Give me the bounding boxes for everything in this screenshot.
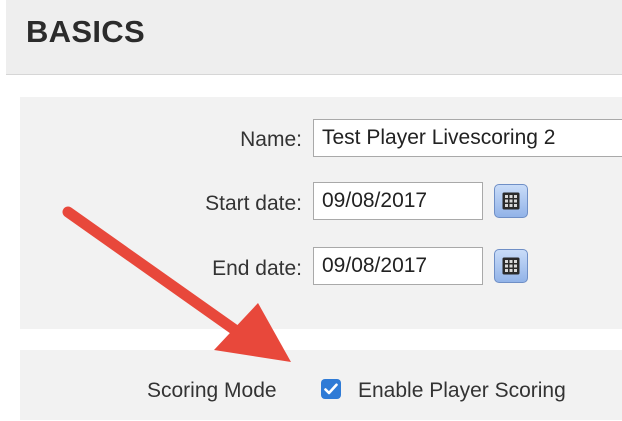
section-header: BASICS [6,0,622,75]
start-date-input[interactable] [313,182,483,220]
name-input[interactable] [313,119,622,157]
start-date-label: Start date: [205,192,302,215]
end-date-input[interactable] [313,247,483,285]
enable-player-scoring-label: Enable Player Scoring [358,379,566,402]
section-title: BASICS [26,14,145,49]
start-date-calendar-button[interactable] [494,184,528,218]
scoring-mode-label: Scoring Mode [147,379,277,402]
calendar-icon [502,257,520,275]
enable-player-scoring-checkbox[interactable] [321,379,341,399]
basics-form-panel: Name: Start date: End date: [20,97,622,329]
calendar-icon [502,192,520,210]
end-date-calendar-button[interactable] [494,249,528,283]
name-label: Name: [240,128,302,151]
checkmark-icon [324,383,338,395]
end-date-label: End date: [212,257,302,280]
scoring-mode-row: Scoring Mode Enable Player Scoring [20,350,622,420]
